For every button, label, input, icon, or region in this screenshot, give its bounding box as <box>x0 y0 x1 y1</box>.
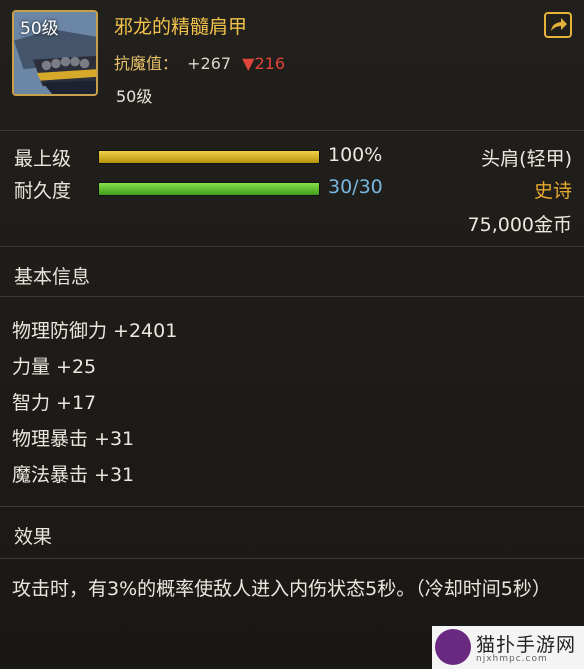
attribute-line: 物理暴击 +31 <box>12 428 135 450</box>
attribute-line: 智力 +17 <box>12 392 97 414</box>
item-name: 邪龙的精髓肩甲 <box>114 16 248 38</box>
durability-bar-fill <box>99 183 319 195</box>
divider <box>0 506 584 507</box>
magic-resist-value: +267 <box>187 54 232 73</box>
attribute-line: 物理防御力 +2401 <box>12 320 178 342</box>
effect-title: 效果 <box>14 526 53 548</box>
divider <box>0 130 584 131</box>
divider <box>0 246 584 247</box>
max-level-bar <box>98 150 320 164</box>
watermark-url: njxhmpc.com <box>476 654 548 664</box>
durability-bar <box>98 182 320 196</box>
rarity: 史诗 <box>533 180 572 202</box>
share-arrow-icon <box>551 18 567 31</box>
cat-logo-icon <box>435 629 471 665</box>
max-level-value: 100% <box>328 144 383 166</box>
magic-resist-label: 抗魔值： <box>114 54 179 73</box>
required-level: 50级 <box>116 87 153 106</box>
magic-resist-row: 抗魔值： +267 ▼216 <box>114 50 285 74</box>
attribute-line: 魔法暴击 +31 <box>12 464 135 486</box>
divider <box>0 558 584 559</box>
slot-type: 头肩(轻甲) <box>481 148 572 170</box>
item-icon[interactable]: 50级 <box>12 10 98 96</box>
max-level-label: 最上级 <box>14 148 72 170</box>
item-level-badge: 50级 <box>20 19 59 39</box>
item-tooltip-panel: 50级 邪龙的精髓肩甲 抗魔值： +267 ▼216 50级 最上级 100% … <box>0 0 584 669</box>
watermark-text: 猫扑手游网 <box>476 634 577 656</box>
attribute-line: 力量 +25 <box>12 356 97 378</box>
durability-value: 30/30 <box>328 176 383 198</box>
magic-resist-decrease: ▼216 <box>242 54 285 73</box>
basic-info-title: 基本信息 <box>14 266 91 288</box>
price: 75,000金币 <box>467 214 572 236</box>
max-level-bar-fill <box>99 151 319 163</box>
divider <box>0 296 584 297</box>
effect-description: 攻击时，有3%的概率使敌人进入内伤状态5秒。（冷却时间5秒） <box>12 578 551 600</box>
durability-label: 耐久度 <box>14 180 72 202</box>
site-watermark: 猫扑手游网 njxhmpc.com <box>432 626 584 669</box>
share-button[interactable] <box>544 12 572 38</box>
item-header: 50级 邪龙的精髓肩甲 抗魔值： +267 ▼216 50级 <box>0 0 584 128</box>
